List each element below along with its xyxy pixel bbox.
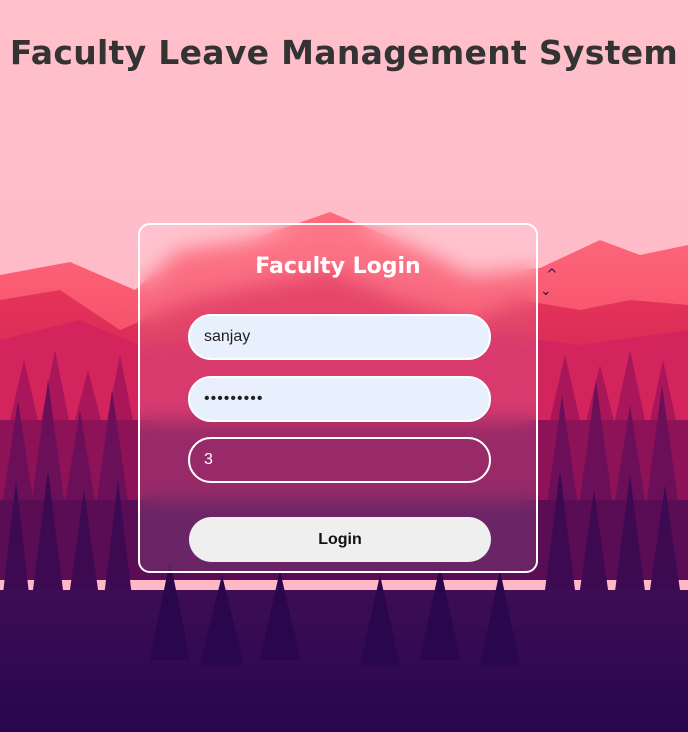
password-input[interactable] [188, 376, 491, 422]
login-page: Faculty Leave Management System ^ ⌄ Facu… [0, 0, 688, 732]
bird-icon: ^ [546, 267, 558, 283]
captcha-input[interactable] [188, 437, 491, 483]
page-title: Faculty Leave Management System [9, 33, 679, 72]
username-input[interactable] [188, 314, 491, 360]
login-button[interactable]: Login [189, 517, 491, 562]
bird-icon: ⌄ [540, 283, 552, 299]
login-card: Faculty Login Login [138, 223, 538, 573]
login-heading: Faculty Login [255, 254, 421, 279]
